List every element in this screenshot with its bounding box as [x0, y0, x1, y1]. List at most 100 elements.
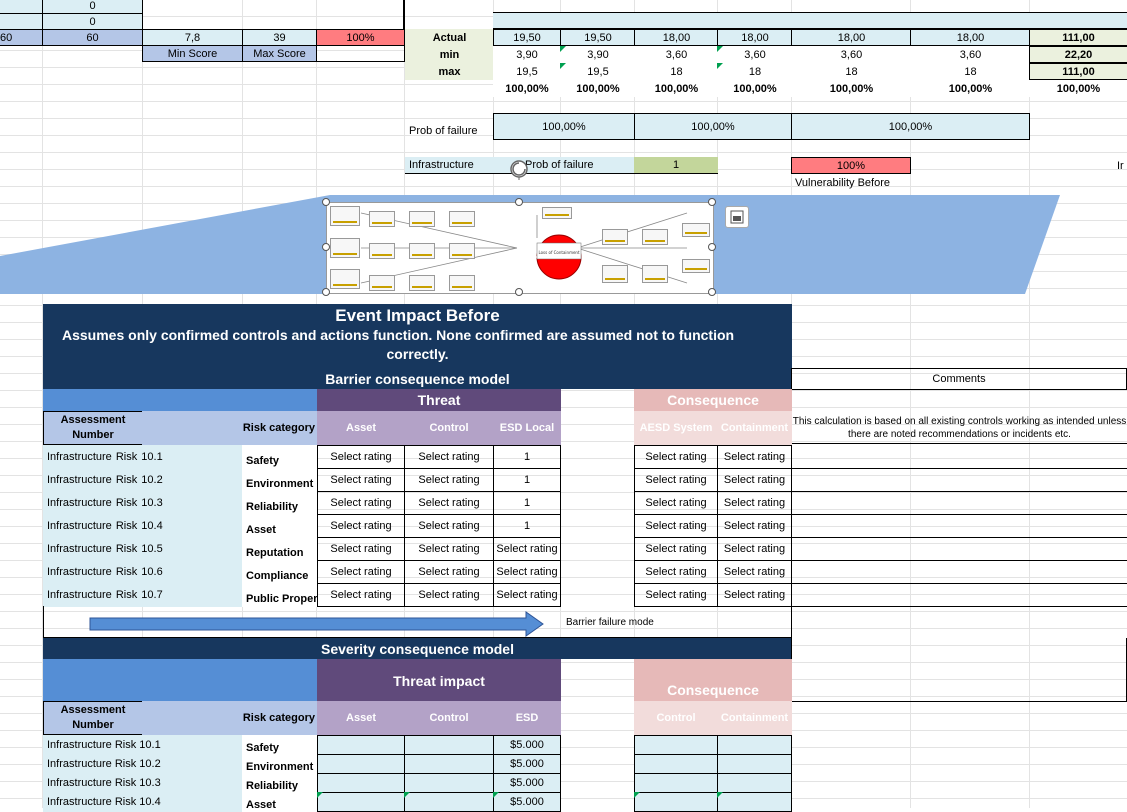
scores-header-band[interactable]	[493, 12, 1127, 29]
barrier-row-7-asset-select[interactable]: Select rating	[317, 583, 405, 607]
score-pct-cell-5[interactable]: 100,00%	[791, 80, 912, 97]
barrier-row-5-esd-select[interactable]: Select rating	[493, 537, 561, 561]
cell-d3[interactable]: 39	[242, 29, 317, 46]
severity-col-esd-header[interactable]: ESD	[493, 701, 561, 735]
severity-risk-category-header[interactable]: Risk category	[142, 701, 318, 735]
barrier-row-3-control-select[interactable]: Select rating	[404, 491, 494, 515]
col-asset-header[interactable]: Asset	[317, 411, 405, 445]
barrier-row-5-name[interactable]: Infrastructure Risk 10.5	[43, 537, 243, 561]
barrier-row-3-category[interactable]: Reliability	[242, 491, 318, 515]
resize-handle-br[interactable]	[708, 288, 716, 296]
col-esd-local-header[interactable]: ESD Local	[493, 411, 561, 445]
severity-row-4-esd[interactable]: $5.000	[493, 792, 561, 812]
barrier-row-5-asset-select[interactable]: Select rating	[317, 537, 405, 561]
infra-value-cell[interactable]: 1	[634, 157, 718, 174]
severity-row-3-name[interactable]: Infrastructure Risk 10.3	[43, 773, 243, 793]
barrier-row-2-aesd-select[interactable]: Select rating	[634, 468, 718, 492]
barrier-row-7-control-select[interactable]: Select rating	[404, 583, 494, 607]
barrier-row-7-category[interactable]: Public Property	[242, 583, 318, 607]
barrier-row-1-category[interactable]: Safety	[242, 445, 318, 469]
score-label-max[interactable]: max	[405, 63, 494, 80]
score-max-cell-2[interactable]: 19,5	[560, 63, 636, 80]
severity-row-4-name[interactable]: Infrastructure Risk 10.4	[43, 792, 243, 812]
barrier-row-1-name[interactable]: Infrastructure Risk 10.1	[43, 445, 243, 469]
severity-row-1-containment[interactable]	[717, 735, 792, 755]
score-label-min[interactable]: min	[405, 46, 494, 63]
severity-row-1-name[interactable]: Infrastructure Risk 10.1	[43, 735, 243, 755]
score-min-cell-5[interactable]: 3,60	[791, 46, 912, 63]
cell-b1[interactable]: 0	[42, 0, 143, 14]
severity-row-2-containment[interactable]	[717, 754, 792, 774]
barrier-row-6-aesd-select[interactable]: Select rating	[634, 560, 718, 584]
vulnerability-value-cell[interactable]: 100%	[791, 157, 911, 174]
barrier-row-5-aesd-select[interactable]: Select rating	[634, 537, 718, 561]
score-actual-cell-4[interactable]: 18,00	[717, 29, 793, 46]
score-pct-cell-2[interactable]: 100,00%	[560, 80, 636, 97]
barrier-row-1-comment[interactable]	[791, 445, 1127, 469]
infra-label-cell[interactable]: Infrastructure	[405, 157, 494, 174]
severity-comments-cell[interactable]	[791, 638, 1127, 702]
barrier-row-3-aesd-select[interactable]: Select rating	[634, 491, 718, 515]
severity-row-4-control[interactable]	[404, 792, 494, 812]
barrier-row-6-containment-select[interactable]: Select rating	[717, 560, 792, 584]
barrier-row-2-esd-select[interactable]: 1	[493, 468, 561, 492]
cell-c3[interactable]: 7,8	[142, 29, 243, 46]
max-score-header[interactable]: Max Score	[242, 45, 317, 62]
score-pct-cell-3[interactable]: 100,00%	[634, 80, 719, 97]
barrier-row-3-containment-select[interactable]: Select rating	[717, 491, 792, 515]
barrier-row-3-esd-select[interactable]: 1	[493, 491, 561, 515]
score-min-cell-6[interactable]: 3,60	[910, 46, 1031, 63]
severity-row-2-esd[interactable]: $5.000	[493, 754, 561, 774]
prob-failure-value-2[interactable]: 100,00%	[634, 113, 792, 140]
severity-row-1-category[interactable]: Safety	[242, 735, 318, 755]
score-pct-cell-4[interactable]: 100,00%	[717, 80, 793, 97]
resize-handle-ml[interactable]	[322, 243, 330, 251]
barrier-row-2-comment[interactable]	[791, 468, 1127, 492]
score-actual-cell-7[interactable]: 111,00	[1029, 29, 1127, 46]
barrier-row-2-category[interactable]: Environment	[242, 468, 318, 492]
severity-row-2-name[interactable]: Infrastructure Risk 10.2	[43, 754, 243, 774]
barrier-row-2-name[interactable]: Infrastructure Risk 10.2	[43, 468, 243, 492]
resize-handle-bm[interactable]	[515, 288, 523, 296]
score-max-cell-4[interactable]: 18	[717, 63, 793, 80]
severity-model-title-bar[interactable]: Severity consequence model	[43, 638, 792, 659]
severity-row-1-control2[interactable]	[634, 735, 718, 755]
barrier-row-6-esd-select[interactable]: Select rating	[493, 560, 561, 584]
barrier-row-4-control-select[interactable]: Select rating	[404, 514, 494, 538]
severity-row-3-asset[interactable]	[317, 773, 405, 793]
edge-text-cell[interactable]: Ir	[1117, 157, 1127, 174]
score-min-cell-3[interactable]: 3,60	[634, 46, 719, 63]
barrier-row-4-esd-select[interactable]: 1	[493, 514, 561, 538]
severity-row-2-category[interactable]: Environment	[242, 754, 318, 774]
barrier-row-3-comment[interactable]	[791, 491, 1127, 515]
severity-row-3-control2[interactable]	[634, 773, 718, 793]
severity-row-3-category[interactable]: Reliability	[242, 773, 318, 793]
min-score-header[interactable]: Min Score	[142, 45, 243, 62]
prob-failure-label[interactable]: Prob of failure	[405, 122, 494, 139]
barrier-row-5-category[interactable]: Reputation	[242, 537, 318, 561]
bowtie-diagram-icon[interactable]: Loss of Containment	[326, 202, 714, 294]
barrier-row-5-comment[interactable]	[791, 537, 1127, 561]
top-empty-block[interactable]	[142, 0, 404, 30]
barrier-row-2-control-select[interactable]: Select rating	[404, 468, 494, 492]
risk-category-header[interactable]: Risk category	[142, 411, 318, 445]
cell-e4[interactable]	[316, 45, 405, 62]
barrier-row-2-containment-select[interactable]: Select rating	[717, 468, 792, 492]
severity-row-3-esd[interactable]: $5.000	[493, 773, 561, 793]
severity-row-4-control2[interactable]	[634, 792, 718, 812]
barrier-row-5-containment-select[interactable]: Select rating	[717, 537, 792, 561]
score-actual-cell-3[interactable]: 18,00	[634, 29, 719, 46]
barrier-row-6-name[interactable]: Infrastructure Risk 10.6	[43, 560, 243, 584]
severity-blue-header[interactable]	[43, 659, 318, 702]
prob-failure-value-1[interactable]: 100,00%	[493, 113, 635, 140]
score-pct-cell-6[interactable]: 100,00%	[910, 80, 1031, 97]
severity-row-4-asset[interactable]	[317, 792, 405, 812]
score-label-actual[interactable]: Actual	[405, 29, 494, 46]
barrier-row-7-name[interactable]: Infrastructure Risk 10.7	[43, 583, 243, 607]
barrier-row-4-asset-select[interactable]: Select rating	[317, 514, 405, 538]
cell-a1[interactable]	[0, 0, 43, 14]
score-min-cell-2[interactable]: 3,90	[560, 46, 636, 63]
layout-options-icon[interactable]	[725, 206, 749, 228]
barrier-row-3-name[interactable]: Infrastructure Risk 10.3	[43, 491, 243, 515]
cell-e3-alert[interactable]: 100%	[316, 29, 405, 46]
